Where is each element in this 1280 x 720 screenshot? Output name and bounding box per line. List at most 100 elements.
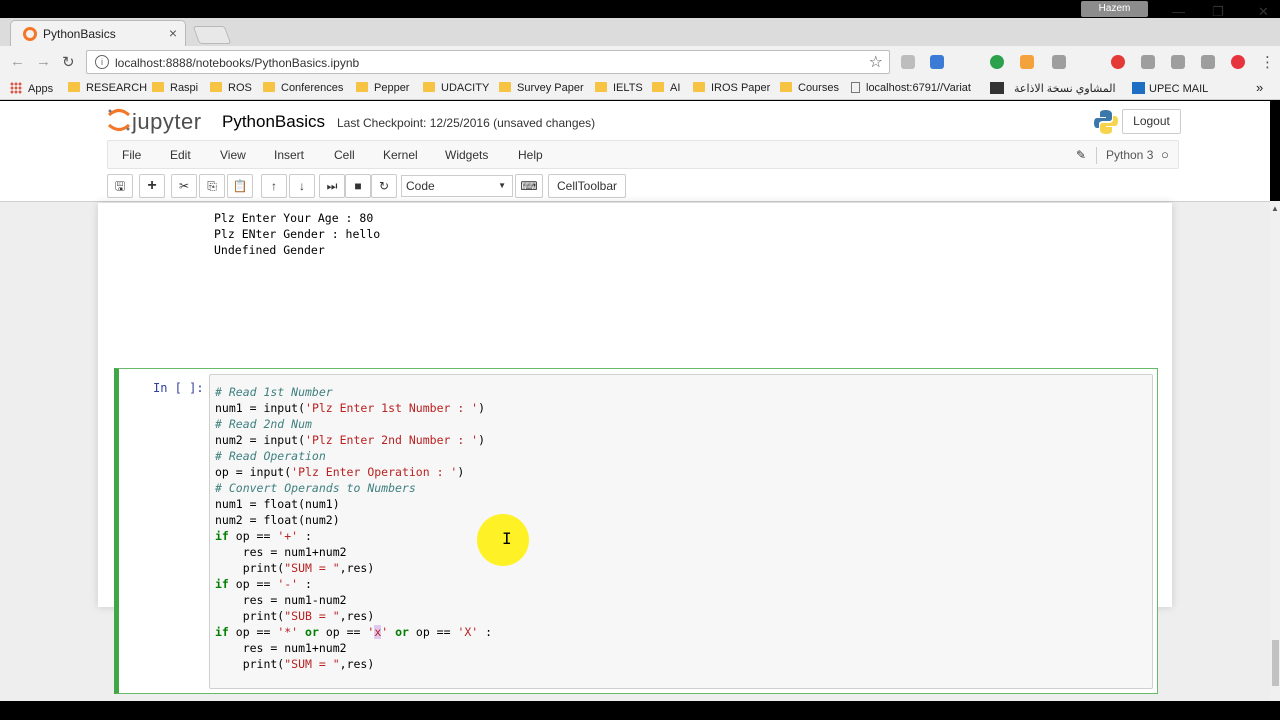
menu-edit[interactable]: Edit: [170, 148, 191, 162]
bookmark-star-icon[interactable]: ☆: [869, 52, 883, 72]
menu-help[interactable]: Help: [518, 148, 543, 162]
code-line[interactable]: print("SUM = ",res): [215, 657, 375, 673]
browser-tab[interactable]: PythonBasics ×: [10, 20, 186, 46]
code-line[interactable]: if op == '*' or op == 'x' or op == 'X' :: [215, 625, 492, 641]
bookmark-apps[interactable]: Apps: [10, 82, 53, 95]
code-line[interactable]: # Read 1st Number: [215, 385, 333, 401]
bookmark-ielts[interactable]: IELTS: [595, 82, 643, 94]
code-line[interactable]: print("SUB = ",res): [215, 609, 375, 625]
cut-button[interactable]: ✂: [171, 174, 197, 198]
bookmark-pepper[interactable]: Pepper: [356, 82, 409, 94]
tab-close-icon[interactable]: ×: [169, 25, 177, 41]
translate-ext-icon[interactable]: [901, 55, 915, 69]
bookmark-raspi[interactable]: Raspi: [152, 82, 198, 94]
code-line[interactable]: num2 = input('Plz Enter 2nd Number : '): [215, 433, 485, 449]
notebook-name[interactable]: PythonBasics: [222, 112, 325, 132]
folder-icon: [499, 82, 511, 92]
bookmarks-overflow-icon[interactable]: »: [1256, 80, 1263, 95]
add-cell-button[interactable]: +: [139, 174, 165, 198]
reload-icon[interactable]: ↻: [62, 53, 75, 71]
celltoolbar-button[interactable]: CellToolbar: [548, 174, 627, 198]
minimize-icon[interactable]: —: [1172, 4, 1185, 19]
move-down-button[interactable]: ↓: [289, 174, 315, 198]
bookmark-ros[interactable]: ROS: [210, 82, 252, 94]
menu-cell[interactable]: Cell: [334, 148, 355, 162]
code-editor[interactable]: # Read 1st Number num1 = input('Plz Enter…: [209, 374, 1153, 689]
folder-icon: [780, 82, 792, 92]
code-line[interactable]: res = num1+num2: [215, 545, 347, 561]
bookmark-localhost[interactable]: localhost:6791//Variat: [851, 82, 971, 94]
code-line[interactable]: # Convert Operands to Numbers: [215, 481, 416, 497]
apps-icon: [10, 82, 22, 94]
restart-button[interactable]: ↻: [371, 174, 397, 198]
info-icon[interactable]: i: [95, 55, 109, 69]
kernel-idle-icon: ○: [1161, 147, 1169, 162]
menu-view[interactable]: View: [220, 148, 246, 162]
bookmark-ai[interactable]: AI: [652, 82, 680, 94]
profile-badge[interactable]: Hazem: [1081, 1, 1148, 17]
kernel-name[interactable]: Python 3: [1106, 148, 1153, 162]
kernel-separator: [1096, 147, 1097, 164]
menu-file[interactable]: File: [122, 148, 141, 162]
code-line[interactable]: if op == '+' :: [215, 529, 312, 545]
code-line[interactable]: op = input('Plz Enter Operation : '): [215, 465, 464, 481]
move-up-button[interactable]: ↑: [261, 174, 287, 198]
code-line[interactable]: num2 = float(num2): [215, 513, 340, 529]
bookmark-conferences[interactable]: Conferences: [263, 82, 343, 94]
code-line[interactable]: num1 = float(num1): [215, 497, 340, 513]
command-palette-button[interactable]: ⌨: [515, 174, 543, 198]
code-line[interactable]: if op == '-' :: [215, 577, 312, 593]
folder-icon: [210, 82, 222, 92]
pencil-icon[interactable]: ✎: [1076, 148, 1086, 162]
new-tab-button[interactable]: [192, 26, 232, 44]
code-cell[interactable]: In [ ]: # Read 1st Number num1 = input('P…: [114, 368, 1158, 694]
menu-widgets[interactable]: Widgets: [445, 148, 488, 162]
save-button[interactable]: 🖫: [107, 174, 133, 198]
bookmark-courses[interactable]: Courses: [780, 82, 839, 94]
grammarly-icon[interactable]: [990, 55, 1004, 69]
page-scrollbar[interactable]: [1270, 201, 1280, 701]
jupyter-logo-text[interactable]: jupyter: [132, 109, 202, 135]
cell-type-select[interactable]: Code ▼: [401, 175, 513, 197]
checkmark-icon[interactable]: [1201, 55, 1215, 69]
bookmark-research[interactable]: RESEARCH: [68, 82, 147, 94]
bookmark-iros-paper[interactable]: IROS Paper: [693, 82, 770, 94]
copy-button[interactable]: ⎘: [199, 174, 225, 198]
bookmark-survey-paper[interactable]: Survey Paper: [499, 82, 584, 94]
address-bar[interactable]: i localhost:8888/notebooks/PythonBasics.…: [86, 50, 890, 74]
ext-icon[interactable]: [1171, 55, 1185, 69]
bookmark-arabic-radio[interactable]: المشاوي نسخة الاذاعة: [990, 82, 1116, 95]
bookmark-udacity[interactable]: UDACITY: [423, 82, 489, 94]
pinterest-icon[interactable]: [1231, 55, 1245, 69]
run-button[interactable]: ⏭: [319, 174, 345, 198]
interrupt-button[interactable]: ■: [345, 174, 371, 198]
bookmark-upec-mail[interactable]: UPEC MAIL: [1132, 82, 1208, 95]
notebook-toolbar: 🖫 + ✂ ⎘ 📋 ↑ ↓ ⏭ ■ ↻ Code ▼ ⌨ CellToolbar: [107, 173, 1179, 199]
paste-button[interactable]: 📋: [227, 174, 253, 198]
back-icon[interactable]: ←: [10, 53, 25, 70]
code-line[interactable]: # Read Operation: [215, 449, 326, 465]
menu-insert[interactable]: Insert: [274, 148, 304, 162]
code-line[interactable]: # Read 2nd Num: [215, 417, 312, 433]
code-line[interactable]: print("SUM = ",res): [215, 561, 375, 577]
menu-kernel[interactable]: Kernel: [383, 148, 418, 162]
logout-button[interactable]: Logout: [1122, 109, 1181, 134]
bookmarks-bar: Apps RESEARCH Raspi ROS Conferences Pepp…: [0, 78, 1280, 100]
code-line[interactable]: res = num1-num2: [215, 593, 347, 609]
page-icon: [851, 82, 860, 93]
output-line: Plz Enter Your Age : 80: [214, 211, 374, 225]
notebook-container: Plz Enter Your Age : 80 Plz ENter Gender…: [98, 203, 1172, 694]
cell-type-value: Code: [406, 179, 435, 193]
code-line[interactable]: res = num1+num2: [215, 641, 347, 657]
forward-icon[interactable]: →: [36, 53, 51, 70]
opera-icon[interactable]: [1111, 55, 1125, 69]
scroll-up-icon[interactable]: ▲: [1271, 204, 1279, 213]
google-translate-icon[interactable]: [930, 55, 944, 69]
ext-icon[interactable]: [1052, 55, 1066, 69]
ext-icon[interactable]: [1141, 55, 1155, 69]
url-text[interactable]: localhost:8888/notebooks/PythonBasics.ip…: [115, 56, 359, 70]
fox-ext-icon[interactable]: [1020, 55, 1034, 69]
browser-menu-icon[interactable]: ⋮: [1260, 53, 1275, 71]
code-line[interactable]: num1 = input('Plz Enter 1st Number : '): [215, 401, 485, 417]
scrollbar-thumb[interactable]: [1272, 640, 1279, 686]
